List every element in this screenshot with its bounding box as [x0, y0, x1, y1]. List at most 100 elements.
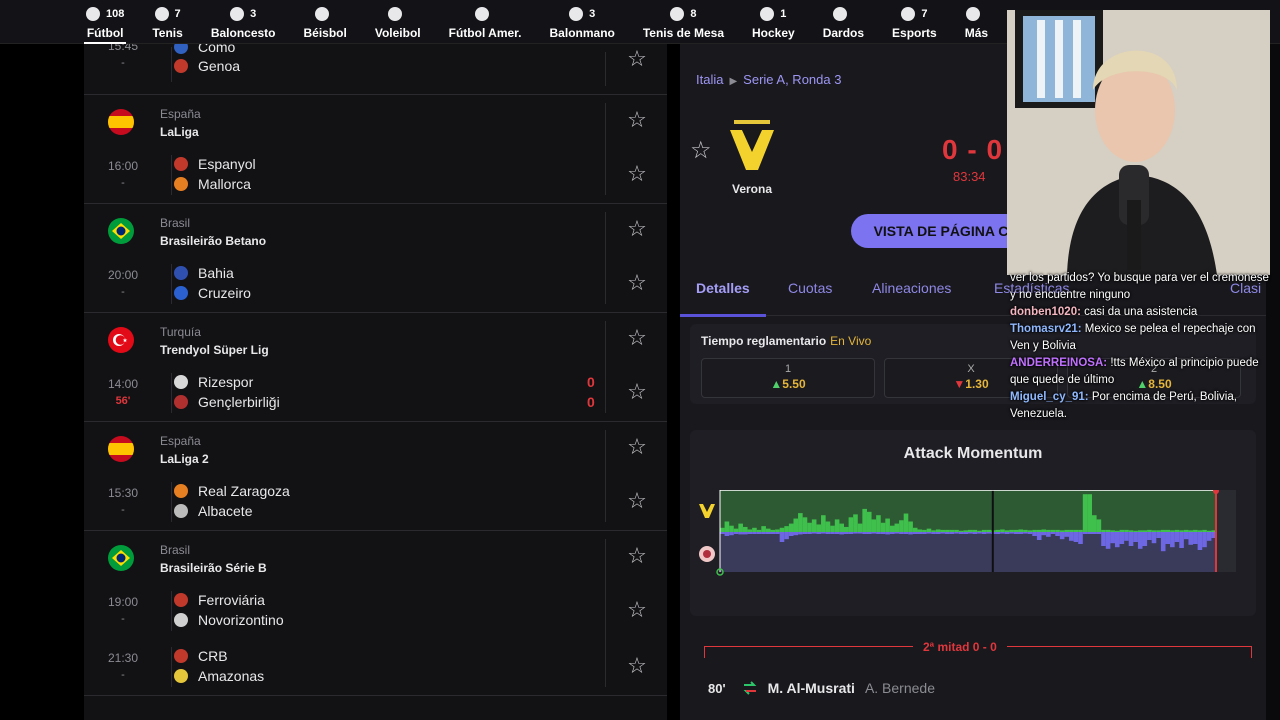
sport-icon [86, 6, 100, 21]
player-in[interactable]: M. Al-Musrati [768, 680, 855, 696]
momentum-away-bar [1046, 532, 1051, 537]
momentum-home-bar [1092, 515, 1097, 532]
favorite-star-icon[interactable]: ☆ [625, 216, 649, 242]
momentum-home-bar [1119, 529, 1125, 532]
sport-tab[interactable]: 1 Hockey [750, 0, 797, 44]
match-row[interactable]: 15:45 - Como Genoa [84, 44, 667, 90]
momentum-away-bar [995, 532, 1001, 534]
sport-tab[interactable]: Béisbol [302, 0, 349, 44]
favorite-star-icon[interactable]: ☆ [625, 270, 649, 296]
momentum-home-bar [885, 518, 890, 532]
match-row[interactable]: 15:30 - Real Zaragoza Albacete ☆ [84, 474, 667, 530]
momentum-home-bar [1124, 529, 1129, 532]
momentum-home-bar [779, 527, 785, 532]
odds-home-button[interactable]: 1 ▲5.50 [701, 358, 875, 398]
momentum-away-bar [747, 532, 753, 534]
match-row[interactable]: 21:30 - CRB Amazonas ☆ [84, 639, 667, 695]
match-status: - [121, 613, 125, 625]
sport-label: Béisbol [303, 25, 347, 40]
sport-icon [760, 6, 775, 21]
momentum-away-bar [1092, 532, 1097, 534]
sport-tab[interactable]: 108 Fútbol [84, 0, 127, 44]
team-name: Real Zaragoza [198, 483, 290, 499]
match-time: 20:00 [107, 268, 139, 282]
team-crest-icon [174, 266, 188, 280]
chat-username[interactable]: Thomasrv21: [1010, 323, 1082, 335]
favorite-star-icon[interactable]: ☆ [625, 488, 649, 514]
home-team: Como [174, 44, 235, 55]
league-header[interactable]: España LaLiga 2 ☆ [84, 422, 667, 474]
tab-detalles[interactable]: Detalles [680, 280, 766, 317]
chat-username[interactable]: Miguel_cy_91: [1010, 391, 1089, 403]
chat-username[interactable]: ANDERREINOSA: [1010, 357, 1107, 369]
sport-tab[interactable]: 7 Esports [890, 0, 939, 44]
match-row[interactable]: 20:00 - Bahia Cruzeiro ☆ [84, 256, 667, 312]
league-header[interactable]: Brasil Brasileirão Série B ☆ [84, 531, 667, 583]
sport-tab[interactable]: 3 Balonmano [548, 0, 617, 44]
momentum-home-bar [1110, 530, 1115, 532]
momentum-away-bar [977, 532, 982, 534]
sport-tab[interactable]: Dardos [821, 0, 866, 44]
sport-count: 7 [174, 7, 181, 20]
momentum-away-bar [876, 532, 881, 534]
sport-tab[interactable]: Fútbol Amer. [447, 0, 524, 44]
sport-tab[interactable]: 7 Tenis [150, 0, 184, 44]
momentum-away-bar [862, 532, 867, 534]
odds-key: 1 [784, 363, 792, 375]
tab-alineaciones[interactable]: Alineaciones [872, 280, 951, 296]
league-header[interactable]: Turquía Trendyol Süper Lig ☆ [84, 313, 667, 365]
match-status: - [121, 57, 125, 69]
momentum-home-bar [1000, 529, 1005, 532]
momentum-away-bar [853, 532, 858, 534]
favorite-star-icon[interactable]: ☆ [625, 161, 649, 187]
sport-count: 3 [250, 7, 257, 20]
momentum-home-bar [995, 529, 1001, 532]
favorite-star-icon[interactable]: ☆ [625, 325, 649, 351]
sport-tab[interactable]: 3 Baloncesto [209, 0, 278, 44]
sport-tab[interactable]: 8 Tenis de Mesa [641, 0, 726, 44]
away-team: Amazonas [174, 668, 264, 684]
team-crest-icon [174, 375, 188, 389]
momentum-home-bar [945, 529, 950, 532]
favorite-star-icon[interactable]: ☆ [625, 653, 649, 679]
momentum-away-bar [889, 532, 895, 534]
sport-label: Baloncesto [210, 25, 276, 40]
sport-label: Más [964, 25, 989, 40]
momentum-away-bar [1059, 532, 1065, 540]
league-name: Brasileirão Série B [160, 561, 267, 575]
favorite-star-icon[interactable]: ☆ [625, 434, 649, 460]
favorite-star-icon[interactable]: ☆ [625, 597, 649, 623]
momentum-home-bar [825, 521, 831, 532]
momentum-home-bar [784, 526, 789, 532]
breadcrumb-country[interactable]: Italia [696, 72, 723, 87]
momentum-home-bar [903, 513, 909, 532]
breadcrumb-round[interactable]: Serie A, Ronda 3 [743, 72, 841, 87]
match-row[interactable]: 16:00 - Espanyol Mallorca ☆ [84, 147, 667, 203]
arrow-down-icon: ▼ [953, 377, 966, 391]
momentum-away-bar [1041, 532, 1047, 536]
player-out[interactable]: A. Bernede [865, 680, 935, 696]
favorite-star-icon[interactable]: ☆ [625, 379, 649, 405]
momentum-home-bar [1170, 530, 1175, 532]
team-name: Cruzeiro [198, 285, 251, 301]
league-header[interactable]: Brasil Brasileirão Betano ☆ [84, 204, 667, 256]
league-header[interactable]: España LaLiga ☆ [84, 95, 667, 147]
chat-username[interactable]: donben1020: [1010, 306, 1081, 318]
momentum-away-bar [1082, 532, 1088, 534]
favorite-star-icon[interactable]: ☆ [625, 46, 649, 72]
tab-cuotas[interactable]: Cuotas [788, 280, 832, 296]
momentum-away-bar [1179, 532, 1184, 548]
favorite-star-icon[interactable]: ☆ [625, 543, 649, 569]
match-row[interactable]: 19:00 - Ferroviária Novorizontino ☆ [84, 583, 667, 639]
match-row[interactable]: 14:00 56' Rizespor Gençlerbirliği 0 0 ☆ [84, 365, 667, 421]
sport-tab[interactable]: Voleibol [373, 0, 423, 44]
sport-tab[interactable]: Más [963, 0, 990, 44]
momentum-home-bar [802, 517, 808, 532]
home-team: CRB [174, 648, 228, 664]
favorite-star-icon[interactable]: ☆ [690, 136, 712, 165]
momentum-home-bar [1151, 530, 1157, 532]
momentum-away-bar [1064, 532, 1070, 537]
favorite-star-icon[interactable]: ☆ [625, 107, 649, 133]
sport-tab-row [387, 4, 408, 24]
page-view-button[interactable]: VISTA DE PÁGINA C [851, 214, 1031, 248]
